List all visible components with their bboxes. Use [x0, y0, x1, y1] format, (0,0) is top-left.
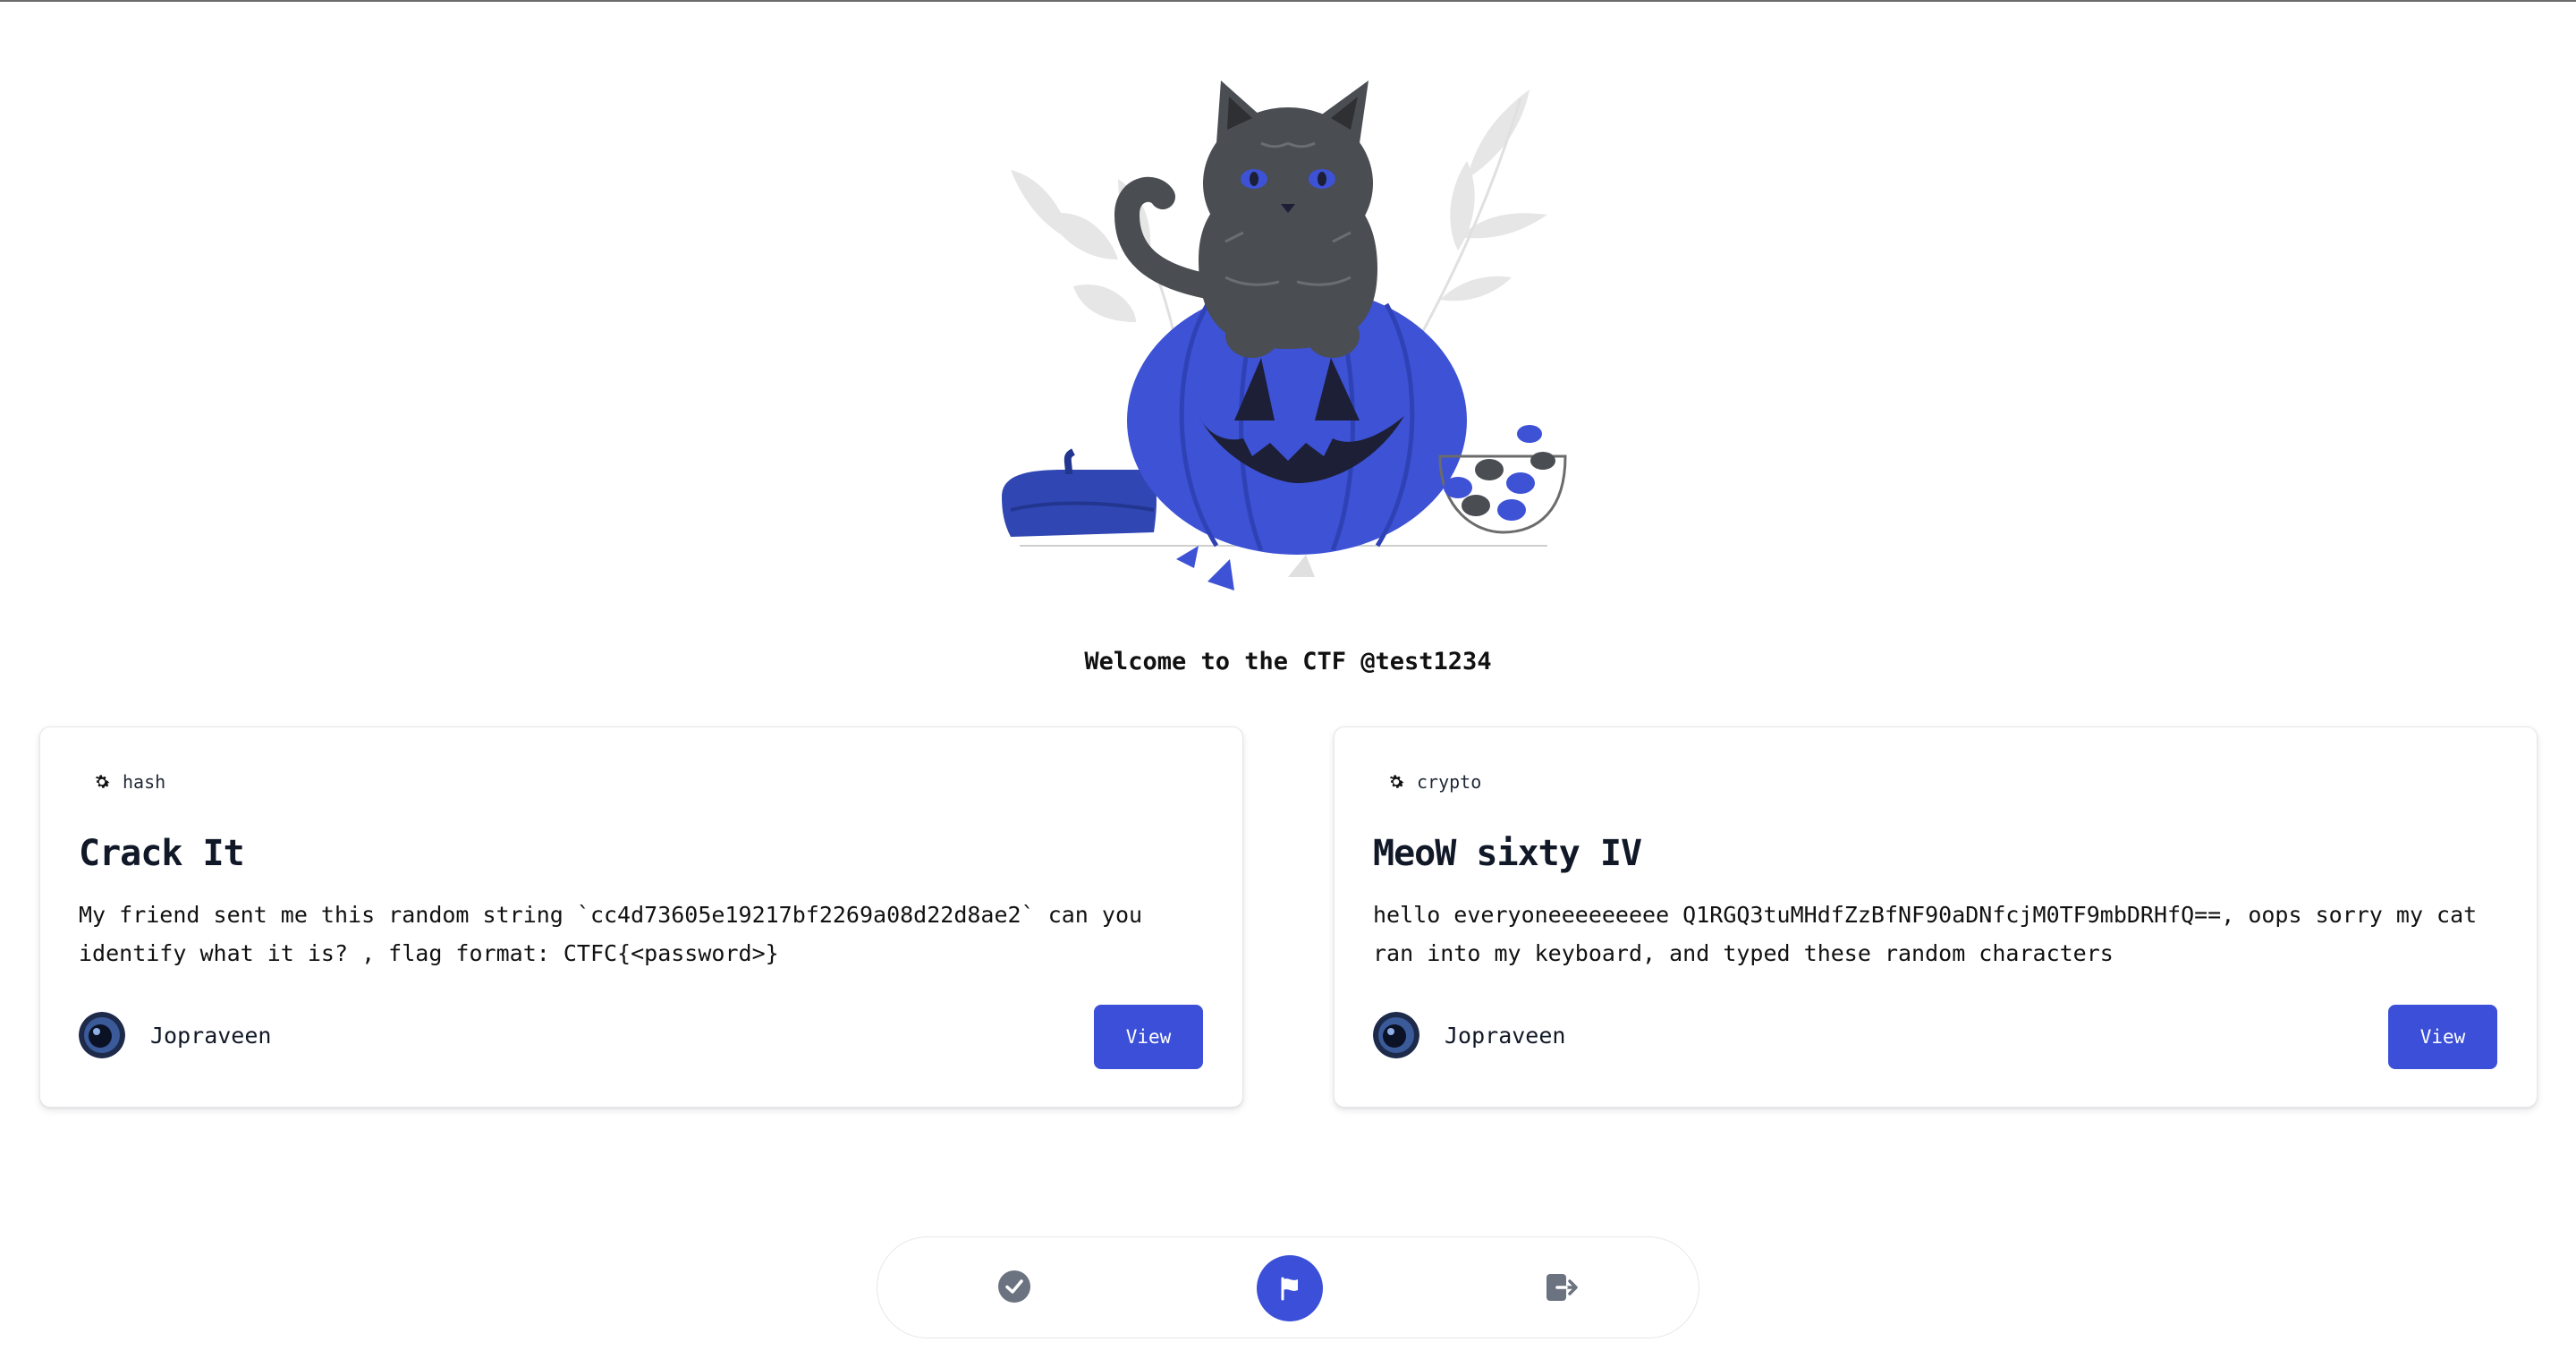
author-name: Jopraveen: [1445, 1022, 1566, 1049]
avatar: [79, 1012, 125, 1058]
top-border: [0, 0, 2576, 2]
category-label: hash: [123, 771, 166, 793]
check-circle-icon: [998, 1270, 1030, 1303]
nav-logout-button[interactable]: [1543, 1269, 1580, 1306]
avatar: [1373, 1012, 1419, 1058]
category-tag: hash: [92, 767, 165, 797]
gear-icon: [1389, 775, 1404, 788]
category-label: crypto: [1417, 771, 1482, 793]
challenge-card: hash Crack It My friend sent me this ran…: [39, 726, 1243, 1108]
nav-solved-button[interactable]: [996, 1269, 1032, 1304]
gear-icon: [95, 775, 110, 788]
welcome-message: Welcome to the CTF @test1234: [1084, 648, 1492, 675]
cat-pumpkin-illustration: [1002, 81, 1567, 590]
category-tag: crypto: [1386, 767, 1481, 797]
author-name: Jopraveen: [150, 1022, 272, 1049]
challenge-card: crypto MeoW sixty IV hello everyoneeeeee…: [1334, 726, 2538, 1108]
challenge-title: Crack It: [79, 833, 245, 874]
view-button[interactable]: View: [2388, 1005, 2497, 1069]
challenge-description: hello everyoneeeeeeeee Q1RGQ3tuMHdfZzBfN…: [1373, 902, 2478, 966]
challenge-title: MeoW sixty IV: [1373, 833, 1642, 874]
bottom-navigation: [877, 1236, 1699, 1338]
nav-challenges-button[interactable]: [1257, 1255, 1323, 1321]
flag-icon: [1281, 1277, 1298, 1301]
view-button[interactable]: View: [1094, 1005, 1203, 1069]
author-info: Jopraveen: [79, 1012, 271, 1058]
author-info: Jopraveen: [1373, 1012, 1565, 1058]
logout-icon: [1546, 1274, 1578, 1301]
challenge-description: My friend sent me this random string `cc…: [79, 902, 1143, 966]
